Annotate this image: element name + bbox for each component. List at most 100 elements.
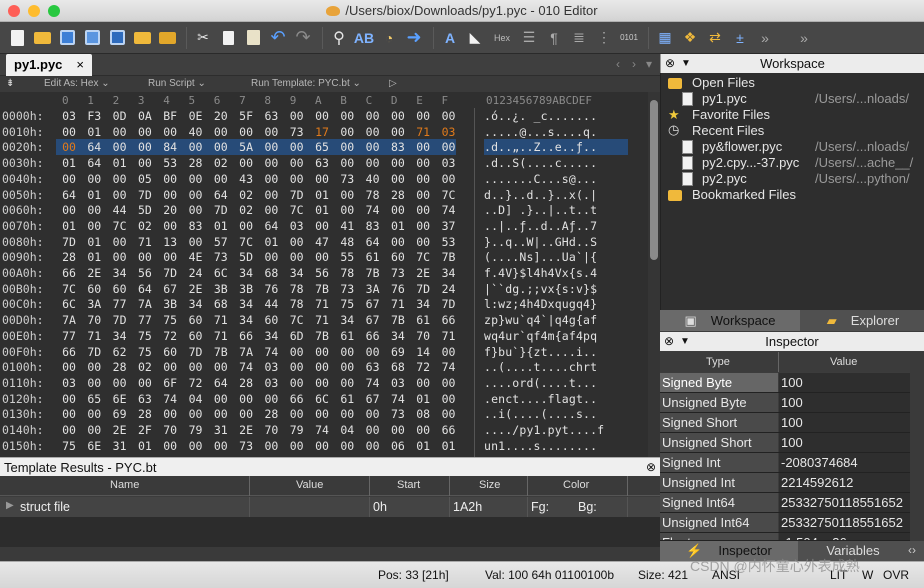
hex-byte[interactable]: 60 (159, 345, 181, 359)
hex-byte[interactable]: 00 (159, 188, 181, 202)
hex-byte[interactable]: 83 (185, 219, 207, 233)
ascii-text[interactable]: ....ord(....t... (484, 376, 597, 390)
hex-byte[interactable]: 6E (83, 439, 105, 453)
inspector-row[interactable]: Unsigned Int 2214592612 (660, 473, 910, 493)
hex-byte[interactable]: 69 (109, 407, 131, 421)
paste-icon[interactable] (242, 27, 264, 49)
tab-py1-pyc[interactable]: py1.pyc × (6, 54, 92, 76)
collapse-icon[interactable]: ⇟ (6, 76, 14, 92)
hex-byte[interactable]: 66 (438, 313, 460, 327)
ascii-text[interactable]: f}bu`}{zt....i.. (484, 345, 597, 359)
hex-byte[interactable]: 01 (134, 439, 156, 453)
hex-byte[interactable]: 00 (387, 125, 409, 139)
hex-byte[interactable]: 75 (134, 345, 156, 359)
hex-byte[interactable]: 00 (235, 392, 257, 406)
open-recent-icon[interactable] (156, 27, 178, 49)
hex-byte[interactable]: 63 (260, 109, 282, 123)
hex-byte[interactable]: 5D (134, 203, 156, 217)
hex-byte[interactable]: 00 (83, 423, 105, 437)
hex-byte[interactable]: 00 (286, 360, 308, 374)
hex-byte[interactable]: 00 (286, 407, 308, 421)
hex-byte[interactable]: 7C (412, 250, 434, 264)
hex-mode-icon[interactable]: Hex (489, 27, 515, 49)
hex-byte[interactable]: 71 (387, 297, 409, 311)
hex-byte[interactable]: 83 (362, 219, 384, 233)
hex-byte[interactable]: 00 (412, 423, 434, 437)
hex-byte[interactable]: 24 (438, 282, 460, 296)
hex-byte[interactable]: 02 (134, 360, 156, 374)
hex-byte[interactable]: 74 (438, 360, 460, 374)
hex-byte[interactable]: 74 (362, 203, 384, 217)
hex-byte[interactable]: 00 (311, 345, 333, 359)
hex-byte[interactable]: 31 (109, 439, 131, 453)
save-icon[interactable] (56, 27, 78, 49)
hex-byte[interactable]: 14 (412, 345, 434, 359)
hex-byte[interactable]: 72 (412, 360, 434, 374)
hex-byte[interactable]: 72 (185, 376, 207, 390)
goto-icon[interactable]: ➜ (403, 27, 425, 49)
hex-byte[interactable]: 64 (83, 140, 105, 154)
inspector-tabs-scroll-icon[interactable]: ‹› (908, 543, 916, 557)
hex-byte[interactable]: 34 (109, 266, 131, 280)
hex-byte[interactable]: 2E (109, 423, 131, 437)
hex-byte[interactable]: 00 (336, 203, 358, 217)
hex-byte[interactable]: 7A (134, 297, 156, 311)
hex-byte[interactable]: 00 (387, 203, 409, 217)
hex-byte[interactable]: 71 (210, 313, 232, 327)
hex-byte[interactable]: 28 (134, 407, 156, 421)
hex-byte[interactable]: 28 (235, 376, 257, 390)
hex-byte[interactable]: 57 (210, 235, 232, 249)
hex-byte[interactable]: 03 (438, 125, 460, 139)
col-insp-value[interactable]: Value (830, 356, 857, 368)
hex-byte[interactable]: 00 (235, 219, 257, 233)
hex-byte[interactable]: 0E (185, 109, 207, 123)
recent-file-item[interactable]: py2.cpy...-37.pyc (702, 155, 799, 170)
inspector-row[interactable]: Float-1.504... 36 (660, 533, 910, 541)
hex-byte[interactable]: 00 (438, 109, 460, 123)
hex-scroll-thumb[interactable] (650, 100, 658, 260)
hex-byte[interactable]: 64 (210, 376, 232, 390)
hex-byte[interactable]: 7B (311, 329, 333, 343)
hex-byte[interactable]: 5D (235, 250, 257, 264)
hex-byte[interactable]: 00 (387, 235, 409, 249)
hex-byte[interactable]: 00 (109, 125, 131, 139)
inspector-row[interactable]: Signed Byte 100 (660, 373, 910, 393)
checksum-icon[interactable]: ± (729, 27, 751, 49)
hex-byte[interactable]: 34 (260, 329, 282, 343)
inspector-row[interactable]: Signed Int -2080374684 (660, 453, 910, 473)
hex-byte[interactable]: 00 (260, 392, 282, 406)
hex-byte[interactable]: 00 (362, 109, 384, 123)
hex-byte[interactable]: 41 (336, 219, 358, 233)
hex-byte[interactable]: 00 (210, 392, 232, 406)
tab-scroll-right-icon[interactable]: › (632, 57, 636, 71)
hex-byte[interactable]: 02 (235, 188, 257, 202)
hex-byte[interactable]: 00 (260, 172, 282, 186)
hex-byte[interactable]: 00 (185, 235, 207, 249)
hex-byte[interactable]: 79 (286, 423, 308, 437)
tab-workspace[interactable]: ▣ Workspace (660, 310, 800, 331)
hex-byte[interactable]: 00 (185, 140, 207, 154)
hex-byte[interactable]: 7B (387, 313, 409, 327)
col-color[interactable]: Color (563, 479, 589, 491)
hex-byte[interactable]: 00 (134, 140, 156, 154)
hex-byte[interactable]: 5A (235, 140, 257, 154)
hex-byte[interactable]: 20 (210, 109, 232, 123)
save-all-icon[interactable] (106, 27, 128, 49)
hex-byte[interactable]: 73 (286, 125, 308, 139)
favorite-files-node[interactable]: Favorite Files (692, 107, 770, 122)
hex-byte[interactable]: 00 (311, 219, 333, 233)
hex-byte[interactable]: 68 (387, 360, 409, 374)
hex-byte[interactable]: 77 (134, 313, 156, 327)
run-template-dropdown[interactable]: Run Template: PYC.bt ⌄ (251, 76, 361, 92)
inspector-value[interactable]: 100 (779, 373, 910, 392)
hex-byte[interactable]: 66 (58, 266, 80, 280)
hex-byte[interactable]: 00 (362, 407, 384, 421)
hex-byte[interactable]: 70 (260, 423, 282, 437)
hex-byte[interactable]: 00 (83, 172, 105, 186)
hex-byte[interactable]: 03 (260, 376, 282, 390)
hex-byte[interactable]: 00 (185, 407, 207, 421)
ascii-text[interactable]: .d..S(....c..... (484, 156, 597, 170)
ascii-text[interactable]: zp}wu`q4`|q4g{af (484, 313, 597, 327)
workspace-menu-icon[interactable]: ▼ (681, 54, 691, 73)
show-whitespace-icon[interactable]: ¶ (543, 27, 565, 49)
